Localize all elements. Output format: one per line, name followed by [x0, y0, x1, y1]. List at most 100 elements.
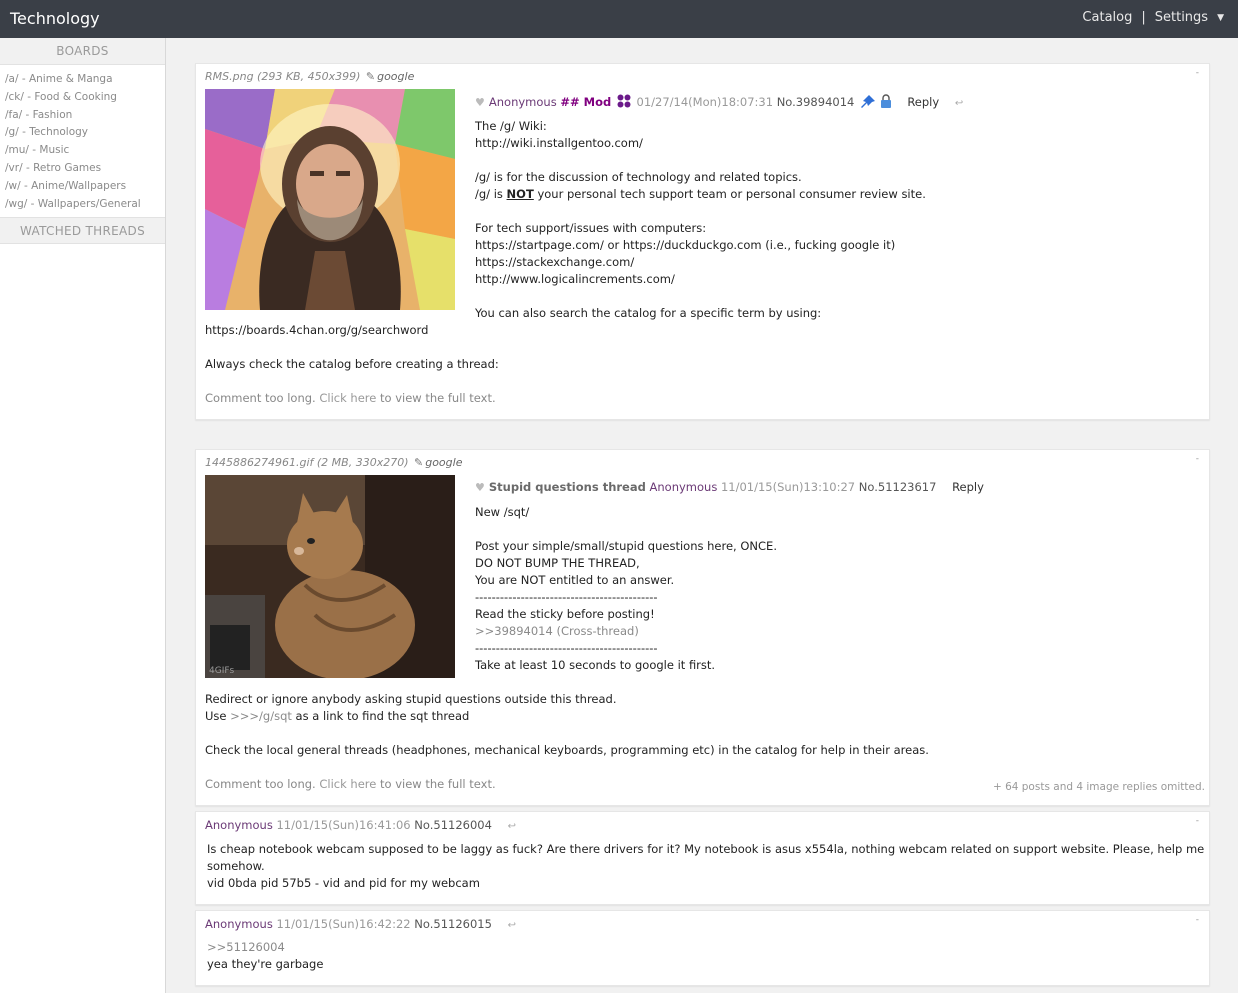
divider-line: ----------------------------------------…	[475, 590, 658, 604]
reply-button[interactable]: Reply	[952, 480, 984, 494]
cat-image: 4GIFs	[205, 475, 455, 678]
lock-icon	[880, 94, 891, 108]
top-nav: Catalog | Settings ▼	[1082, 10, 1224, 25]
reply-arrow-icon[interactable]: ↩	[955, 98, 963, 109]
sidebar-item-wg[interactable]: /wg/ - Wallpapers/General	[5, 196, 165, 214]
file-info: 1445886274961.gif (2 MB, 330x270) ✎ googl…	[205, 456, 462, 469]
heart-icon[interactable]: ♥	[475, 96, 485, 109]
hide-post-icon[interactable]: -	[1196, 816, 1199, 826]
post-date: 11/01/15(Sun)16:42:22	[276, 917, 411, 931]
comment-too-long: Comment too long. Click here to view the…	[205, 391, 496, 405]
reply-arrow-icon[interactable]: ↩	[508, 821, 516, 832]
click-here-link[interactable]: Click here	[319, 777, 376, 791]
sidebar-item-mu[interactable]: /mu/ - Music	[5, 142, 165, 160]
post-number[interactable]: 39894014	[796, 95, 855, 109]
heart-icon[interactable]: ♥	[475, 481, 485, 494]
thread-op: - 1445886274961.gif (2 MB, 330x270) ✎ goo…	[195, 449, 1210, 806]
post-line: New /sqt/	[475, 505, 530, 519]
post-number-label[interactable]: No.	[777, 95, 796, 109]
thread-image-thumbnail[interactable]	[205, 89, 455, 310]
poster-name: Anonymous	[205, 818, 273, 832]
post-line: Check the local general threads (headpho…	[205, 743, 929, 757]
post-text: your personal tech support team or perso…	[533, 187, 926, 201]
google-search-link[interactable]: google	[425, 456, 462, 469]
divider-line: ----------------------------------------…	[475, 641, 658, 655]
reply-post: - Anonymous 11/01/15(Sun)16:42:22 No.511…	[195, 910, 1210, 986]
post-number[interactable]: 51126004	[433, 818, 492, 832]
post-text: to view the full text.	[376, 391, 496, 405]
post-text: as a link to find the sqt thread	[291, 709, 470, 723]
post-header: Anonymous 11/01/15(Sun)16:42:22 No.51126…	[205, 917, 516, 931]
post-line: yea they're garbage	[207, 957, 324, 971]
post-line: Take at least 10 seconds to google it fi…	[475, 658, 716, 672]
post-line: You can also search the catalog for a sp…	[475, 306, 822, 320]
post-line: Is cheap notebook webcam supposed to be …	[207, 842, 1205, 856]
post-line: For tech support/issues with computers:	[475, 221, 707, 235]
hide-thread-icon[interactable]: -	[1196, 68, 1199, 78]
watched-threads-heading[interactable]: WATCHED THREADS	[0, 217, 165, 245]
sidebar-item-a[interactable]: /a/ - Anime & Manga	[5, 71, 165, 89]
board-link[interactable]: >>>/g/sqt	[230, 709, 292, 723]
hide-post-icon[interactable]: -	[1196, 915, 1199, 925]
post-line: Always check the catalog before creating…	[205, 357, 499, 371]
board-title: Technology	[10, 9, 100, 28]
cross-thread-quote-link[interactable]: >>39894014 (Cross-thread)	[475, 624, 639, 638]
post-header: ♥ Anonymous ## Mod 01/27/14(Mon)18:07:31 …	[475, 94, 963, 109]
sidebar-item-w[interactable]: /w/ - Anime/Wallpapers	[5, 178, 165, 196]
post-line: /g/ is NOT your personal tech support te…	[475, 187, 926, 201]
settings-link[interactable]: Settings	[1155, 10, 1208, 25]
reply-arrow-icon[interactable]: ↩	[508, 920, 516, 931]
edit-icon: ✎	[414, 456, 424, 469]
post-number[interactable]: 51126015	[433, 917, 492, 931]
edit-icon: ✎	[365, 70, 376, 83]
post-header: Anonymous 11/01/15(Sun)16:41:06 No.51126…	[205, 818, 516, 832]
post-number-label[interactable]: No.	[859, 480, 878, 494]
logicalincrements-link[interactable]: http://www.logicalincrements.com/	[475, 272, 675, 286]
post-text: Comment too long.	[205, 777, 320, 791]
catalog-link[interactable]: Catalog	[1082, 10, 1132, 25]
search-links-line[interactable]: https://startpage.com/ or https://duckdu…	[475, 238, 895, 252]
post-date: 01/27/14(Mon)18:07:31	[636, 95, 774, 109]
searchword-link[interactable]: https://boards.4chan.org/g/searchword	[205, 323, 428, 337]
reply-button[interactable]: Reply	[907, 95, 939, 109]
stackexchange-link[interactable]: https://stackexchange.com/	[475, 255, 634, 269]
nav-separator: |	[1141, 10, 1146, 25]
mod-badge-icon	[617, 94, 631, 108]
poster-name: Anonymous	[488, 95, 557, 109]
post-date: 11/01/15(Sun)13:10:27	[720, 480, 856, 494]
chevron-down-icon[interactable]: ▼	[1217, 13, 1224, 23]
sidebar-item-g[interactable]: /g/ - Technology	[5, 124, 165, 142]
google-search-link[interactable]: google	[377, 70, 414, 83]
post-line: Read the sticky before posting!	[475, 607, 655, 621]
hide-thread-icon[interactable]: -	[1196, 454, 1199, 464]
boards-heading: BOARDS	[0, 38, 165, 65]
watermark: 4GIFs	[209, 666, 235, 676]
sidebar-item-fa[interactable]: /fa/ - Fashion	[5, 107, 165, 125]
post-line: Use >>>/g/sqt as a link to find the sqt …	[205, 709, 469, 723]
wiki-link[interactable]: http://wiki.installgentoo.com/	[475, 136, 643, 150]
file-name-link[interactable]: 1445886274961.gif (2 MB, 330x270)	[205, 456, 409, 469]
post-text: Comment too long.	[205, 391, 320, 405]
post-text: /g/ is	[475, 187, 507, 201]
emphasis-text: NOT	[506, 187, 534, 201]
thread-op-sticky: - RMS.png (293 KB, 450x399) ✎ google ♥ Ano…	[195, 63, 1210, 420]
sidebar-item-vr[interactable]: /vr/ - Retro Games	[5, 160, 165, 178]
board-list: /a/ - Anime & Manga /ck/ - Food & Cookin…	[0, 65, 165, 218]
post-number[interactable]: 51123617	[878, 480, 937, 494]
post-line: DO NOT BUMP THE THREAD,	[475, 556, 640, 570]
post-header: ♥ Stupid questions thread Anonymous 11/01…	[475, 480, 984, 494]
click-here-link[interactable]: Click here	[319, 391, 376, 405]
file-name-link[interactable]: RMS.png (293 KB, 450x399)	[205, 70, 360, 83]
poster-name: Anonymous	[205, 917, 273, 931]
post-line: vid 0bda pid 57b5 - vid and pid for my w…	[207, 876, 480, 890]
post-line: Redirect or ignore anybody asking stupid…	[205, 692, 617, 706]
quote-link[interactable]: >>51126004	[207, 940, 285, 954]
post-line: You are NOT entitled to an answer.	[475, 573, 675, 587]
thread-image-thumbnail[interactable]: 4GIFs	[205, 475, 455, 678]
post-text: Use	[205, 709, 231, 723]
post-line: The /g/ Wiki:	[475, 119, 547, 133]
post-number-label[interactable]: No.	[414, 818, 433, 832]
omitted-posts-info: + 64 posts and 4 image replies omitted.	[992, 781, 1205, 793]
post-number-label[interactable]: No.	[414, 917, 433, 931]
sidebar-item-ck[interactable]: /ck/ - Food & Cooking	[5, 89, 165, 107]
